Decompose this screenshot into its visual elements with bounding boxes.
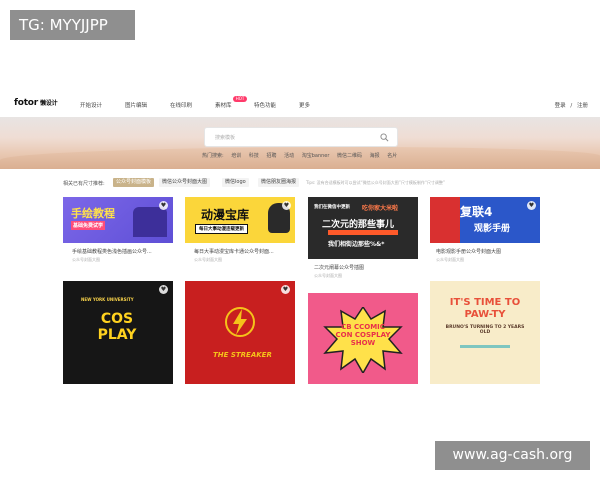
- top-navigation: fotor 懒设计 开始设计 图片编辑 在线印刷 素材库 HOT 特色功能 更多 …: [0, 93, 600, 117]
- template-thumbnail[interactable]: THE STREAKER ♥: [185, 281, 295, 384]
- nav-features[interactable]: 特色功能: [254, 101, 276, 109]
- template-card[interactable]: 复联4 观影手册 ♥ 电影观影手册公众号封面大图 公众号封面大图: [430, 197, 540, 271]
- thumb-top-text: NEW YORK UNIVERSITY: [81, 297, 134, 302]
- hot-tag[interactable]: 微信二维码: [337, 153, 362, 159]
- thumb-title: CB CCOMIC CON COSPLAY SHOW: [335, 323, 391, 347]
- site-watermark: www.ag-cash.org: [435, 441, 590, 470]
- hot-tag[interactable]: 淘宝banner: [302, 153, 330, 159]
- thumb-subtitle: 基础免费试学: [71, 221, 106, 230]
- filter-chip-cover-large[interactable]: 微信公众号封面大图: [159, 178, 211, 187]
- template-card[interactable]: IT'S TIME TO PAW-TY BRUNO'S TURNING TO 2…: [430, 281, 540, 384]
- template-thumbnail[interactable]: IT'S TIME TO PAW-TY BRUNO'S TURNING TO 2…: [430, 281, 540, 384]
- thumb-stripe: [328, 230, 398, 235]
- card-subcaption: 公众号封面大图: [314, 273, 342, 278]
- thumb-subtitle: 观影手册: [474, 224, 511, 234]
- illustration-figure: [430, 197, 460, 243]
- lightning-bolt-icon: [225, 307, 255, 337]
- card-subcaption: 公众号封面大图: [436, 257, 464, 262]
- search-input[interactable]: 搜索模板: [204, 127, 398, 147]
- template-thumbnail[interactable]: 手绘教程 基础免费试学 ♥: [63, 197, 173, 243]
- hot-tag[interactable]: 名片: [387, 153, 397, 159]
- thumb-subtitle: BRUNO'S TURNING TO 2 YEARS OLD: [445, 325, 525, 335]
- favorite-icon[interactable]: ♥: [159, 201, 168, 210]
- card-caption: 二次元阐幕公众号插图: [314, 265, 365, 271]
- favorite-icon[interactable]: ♥: [159, 285, 168, 294]
- filter-label: 相关已有尺寸推荐:: [63, 181, 105, 187]
- thumb-title: 动漫宝库: [201, 208, 250, 222]
- auth-links: 登录 / 注册: [555, 101, 588, 109]
- decor-stripe: [460, 345, 510, 348]
- login-link[interactable]: 登录: [555, 103, 566, 109]
- thumb-title: COS PLAY: [97, 311, 137, 343]
- auth-separator: /: [570, 103, 573, 109]
- thumb-subtitle: 每日大事动漫连载更新: [195, 224, 248, 234]
- thumb-title: 复联4: [460, 205, 493, 219]
- favorite-icon[interactable]: ♥: [281, 285, 290, 294]
- template-card[interactable]: CB CCOMIC CON COSPLAY SHOW: [308, 293, 418, 384]
- nav-more[interactable]: 更多: [299, 101, 310, 109]
- filter-chip-logo[interactable]: 微信logo: [222, 178, 249, 187]
- hot-badge: HOT: [233, 96, 247, 102]
- favorite-icon[interactable]: ♥: [282, 201, 291, 210]
- hot-tag[interactable]: 招聘: [267, 153, 277, 159]
- thumb-subtitle: 我们相街边那些%&*: [328, 241, 385, 248]
- template-thumbnail[interactable]: CB CCOMIC CON COSPLAY SHOW: [308, 293, 418, 384]
- template-thumbnail[interactable]: 我们在微信中更新 吃你家大米啦 二次元的那些事儿 我们相街边那些%&*: [308, 197, 418, 259]
- template-card[interactable]: THE STREAKER ♥: [185, 281, 295, 384]
- card-subcaption: 公众号封面大图: [194, 257, 222, 262]
- nav-online-print[interactable]: 在线印刷: [170, 101, 192, 109]
- hot-tag[interactable]: 科技: [249, 153, 259, 159]
- template-card[interactable]: 我们在微信中更新 吃你家大米啦 二次元的那些事儿 我们相街边那些%&* 二次元阐…: [308, 197, 418, 278]
- logo[interactable]: fotor 懒设计: [14, 98, 58, 108]
- illustration-figure: [133, 207, 167, 237]
- hot-search-tags: 热门搜索: 培训 科技 招聘 活动 淘宝banner 微信二维码 海报 名片: [202, 152, 403, 159]
- thumb-title: IT'S TIME TO PAW-TY: [449, 297, 521, 320]
- hot-tag[interactable]: 活动: [284, 153, 294, 159]
- template-card[interactable]: 动漫宝库 每日大事动漫连载更新 ♥ 每日大事动漫宝库卡通公众号封面... 公众号…: [185, 197, 295, 271]
- card-subcaption: 公众号封面大图: [72, 257, 100, 262]
- thumb-title: THE STREAKER: [213, 351, 272, 359]
- search-icon[interactable]: [380, 133, 389, 142]
- card-caption: 电影观影手册公众号封面大图: [436, 249, 502, 255]
- search-placeholder: 搜索模板: [215, 135, 236, 141]
- thumb-highlight: 吃你家大米啦: [362, 205, 399, 212]
- filter-tip: Tips: 没有合适模板时可以尝试“微信公众号封面大图”尺寸模板制作“尺寸调整”: [306, 180, 445, 185]
- hot-search-label: 热门搜索:: [202, 153, 224, 159]
- hero-banner: 搜索模板 热门搜索: 培训 科技 招聘 活动 淘宝banner 微信二维码 海报…: [0, 117, 600, 169]
- hot-tag[interactable]: 培训: [231, 153, 241, 159]
- thumb-top-text: 我们在微信中更新: [314, 205, 350, 210]
- template-thumbnail[interactable]: 复联4 观影手册 ♥: [430, 197, 540, 243]
- nav-asset-library[interactable]: 素材库: [215, 101, 232, 109]
- telegram-watermark: TG: MYYJJPP: [10, 10, 135, 40]
- register-link[interactable]: 注册: [577, 103, 588, 109]
- template-card[interactable]: NEW YORK UNIVERSITY COS PLAY ♥: [63, 281, 173, 384]
- favorite-icon[interactable]: ♥: [527, 201, 536, 210]
- filter-chip-cover-template[interactable]: 公众号封面模板: [113, 178, 155, 187]
- card-caption: 每日大事动漫宝库卡通公众号封面...: [194, 249, 274, 255]
- hot-tag[interactable]: 海报: [370, 153, 380, 159]
- page: { "overlay": { "tg_label": "TG: MYYJJPP"…: [0, 0, 600, 480]
- template-card[interactable]: 手绘教程 基础免费试学 ♥ 手绘基础教程类色浅色插画公众号... 公众号封面大图: [63, 197, 173, 271]
- nav-start-design[interactable]: 开始设计: [80, 101, 102, 109]
- template-thumbnail[interactable]: NEW YORK UNIVERSITY COS PLAY ♥: [63, 281, 173, 384]
- filter-chip-moments-poster[interactable]: 微信朋友圈海报: [258, 178, 300, 187]
- template-thumbnail[interactable]: 动漫宝库 每日大事动漫连载更新 ♥: [185, 197, 295, 243]
- card-caption: 手绘基础教程类色浅色插画公众号...: [72, 249, 152, 255]
- nav-photo-edit[interactable]: 图片编辑: [125, 101, 147, 109]
- thumb-title: 手绘教程: [71, 207, 115, 220]
- thumb-title: 二次元的那些事儿: [322, 220, 395, 230]
- website-screenshot: fotor 懒设计 开始设计 图片编辑 在线印刷 素材库 HOT 特色功能 更多 …: [0, 93, 600, 384]
